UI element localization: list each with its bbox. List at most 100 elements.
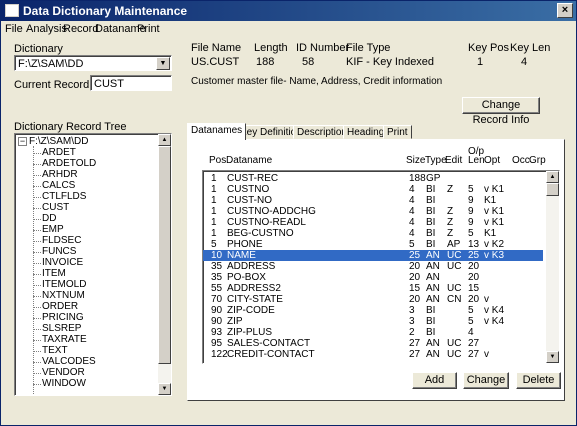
table-row[interactable]: 90 ZIP 3 BI 5 v K4 <box>203 316 543 327</box>
scroll-up-icon[interactable]: ▲ <box>158 134 171 146</box>
tree-item[interactable]: TAXRATE <box>42 334 87 345</box>
cell-type: AN <box>426 250 440 261</box>
app-window: Data Dictionary Maintenance × File Analy… <box>0 0 577 426</box>
tree-item[interactable]: CUST <box>42 202 69 213</box>
tree-item[interactable]: CALCS <box>42 180 75 191</box>
tree-item[interactable]: SLSREP <box>42 323 81 334</box>
menu-file[interactable]: File <box>5 23 23 35</box>
change-record-info-button[interactable]: Change Record Info <box>462 97 540 126</box>
cell-pos: 35 <box>211 261 223 272</box>
dictionary-dropdown[interactable]: F:\Z\SAM\DD ▼ <box>14 55 172 71</box>
cell-opt: K1 <box>484 195 497 206</box>
tree-scroll-thumb[interactable] <box>158 146 171 364</box>
menu-print[interactable]: Print <box>137 23 160 35</box>
cell-dataname: SALES-CONTACT <box>227 338 311 349</box>
tree-item[interactable]: FUNCS <box>42 246 76 257</box>
table-row[interactable]: 5 PHONE 5 BI AP 13 v K2 <box>203 239 543 250</box>
table-row[interactable]: 1 CUSTNO 4 BI Z 5 v K1 <box>203 184 543 195</box>
cell-type: AN <box>426 349 440 360</box>
tree-item[interactable]: WINDOW <box>42 378 86 389</box>
cell-pos: 1 <box>211 206 217 217</box>
dictionary-value: F:\Z\SAM\DD <box>18 58 84 70</box>
cell-size: 4 <box>409 228 415 239</box>
tab-print[interactable]: Print <box>383 125 412 139</box>
tree-item[interactable]: TEXT <box>42 345 68 356</box>
tree-item[interactable]: ARDETOLD <box>42 158 96 169</box>
change-button[interactable]: Change <box>463 372 509 389</box>
scroll-down-icon[interactable]: ▼ <box>546 351 559 363</box>
tree-item[interactable]: INVOICE <box>42 257 83 268</box>
cell-opt: v K1 <box>484 206 505 217</box>
table-row[interactable]: 1 CUSTNO-ADDCHG 4 BI Z 9 v K1 <box>203 206 543 217</box>
scroll-up-icon[interactable]: ▲ <box>546 171 559 183</box>
table-row-selected[interactable]: 10 NAME 25 AN UC 25 v K3 <box>203 250 543 261</box>
cell-opt: v K4 <box>484 305 505 316</box>
tree-item[interactable]: ORDER <box>42 301 78 312</box>
table-row[interactable]: 1 CUSTNO-READL 4 BI Z 9 v K1 <box>203 217 543 228</box>
tree-item[interactable]: ITEM <box>42 268 66 279</box>
grid-scroll-thumb[interactable] <box>546 183 559 196</box>
tree-item[interactable]: NXTNUM <box>42 290 85 301</box>
table-row[interactable]: 93 ZIP-PLUS 2 BI 4 <box>203 327 543 338</box>
close-button[interactable]: × <box>557 3 573 18</box>
col-size: Size <box>406 155 426 166</box>
tab-datanames[interactable]: Datanames <box>187 123 247 140</box>
chevron-down-icon[interactable]: ▼ <box>156 57 170 70</box>
current-record-field[interactable]: CUST <box>90 75 172 91</box>
cell-size: 20 <box>409 272 421 283</box>
cell-oplen: 9 <box>468 195 474 206</box>
cell-type: BI <box>426 184 436 195</box>
cell-oplen: 25 <box>468 250 480 261</box>
tree-item[interactable]: ARDET <box>42 147 76 158</box>
cell-pos: 1 <box>211 217 217 228</box>
record-tree[interactable]: − F:\Z\SAM\DD ARDET ARDETOLD ARHDR CALCS CTL… <box>14 133 172 396</box>
menu-analysis[interactable]: Analysis <box>26 23 67 35</box>
table-row[interactable]: 1 CUST-NO 4 BI 9 K1 <box>203 195 543 206</box>
grid-scrollbar[interactable]: ▲ ▼ <box>546 171 559 363</box>
cell-type: AN <box>426 338 440 349</box>
cell-size: 5 <box>409 239 415 250</box>
table-row[interactable]: 95 SALES-CONTACT 27 AN UC 27 <box>203 338 543 349</box>
table-row[interactable]: 122 CREDIT-CONTACT 27 AN UC 27 v <box>203 349 543 360</box>
menu-record[interactable]: Record <box>63 23 98 35</box>
tree-item[interactable]: FLDSEC <box>42 235 81 246</box>
cell-oplen: 13 <box>468 239 480 250</box>
table-row[interactable]: 55 ADDRESS2 15 AN UC 15 <box>203 283 543 294</box>
cell-size: 27 <box>409 338 421 349</box>
cell-oplen: 5 <box>468 184 474 195</box>
tree-item[interactable]: ITEMOLD <box>42 279 86 290</box>
table-row[interactable]: 70 CITY-STATE 20 AN CN 20 v <box>203 294 543 305</box>
datanames-grid[interactable]: 1 CUST-REC 188 GP 1 CUSTNO 4 BI Z 5 v K1 1 CUST-NO 4 B… <box>202 170 560 364</box>
collapse-icon[interactable]: − <box>18 137 27 146</box>
cell-pos: 1 <box>211 228 217 239</box>
tree-item[interactable]: EMP <box>42 224 64 235</box>
tree-item[interactable]: VENDOR <box>42 367 85 378</box>
cell-dataname: CUST-NO <box>227 195 272 206</box>
file-description: Customer master file- Name, Address, Cre… <box>191 76 443 87</box>
tree-item[interactable]: DD <box>42 213 56 224</box>
tree-connector <box>33 362 41 363</box>
current-record-value: CUST <box>94 78 124 90</box>
cell-edit: UC <box>447 349 462 360</box>
tree-item[interactable]: VALCODES <box>42 356 96 367</box>
table-row[interactable]: 1 BEG-CUSTNO 4 BI Z 5 K1 <box>203 228 543 239</box>
table-row[interactable]: 1 CUST-REC 188 GP <box>203 173 543 184</box>
datanames-panel: Pos Dataname Size Type Edit O/p Len Opt … <box>187 139 565 401</box>
table-row[interactable]: 35 ADDRESS 20 AN UC 20 <box>203 261 543 272</box>
tree-item[interactable]: CTLFLDS <box>42 191 86 202</box>
add-button[interactable]: Add <box>412 372 457 389</box>
cell-pos: 90 <box>211 305 223 316</box>
cell-pos: 1 <box>211 173 217 184</box>
tree-scrollbar[interactable]: ▲ ▼ <box>158 134 171 395</box>
tree-connector <box>33 175 41 176</box>
cell-opt: v <box>484 349 489 360</box>
tree-item[interactable]: PRICING <box>42 312 84 323</box>
tree-item[interactable]: ARHDR <box>42 169 78 180</box>
tree-root[interactable]: F:\Z\SAM\DD <box>29 136 88 147</box>
delete-button[interactable]: Delete <box>516 372 561 389</box>
table-row[interactable]: 35 PO-BOX 20 AN 20 <box>203 272 543 283</box>
tree-connector <box>33 285 41 286</box>
table-row[interactable]: 90 ZIP-CODE 3 BI 5 v K4 <box>203 305 543 316</box>
scroll-down-icon[interactable]: ▼ <box>158 383 171 395</box>
col-grp: Grp <box>529 155 546 166</box>
